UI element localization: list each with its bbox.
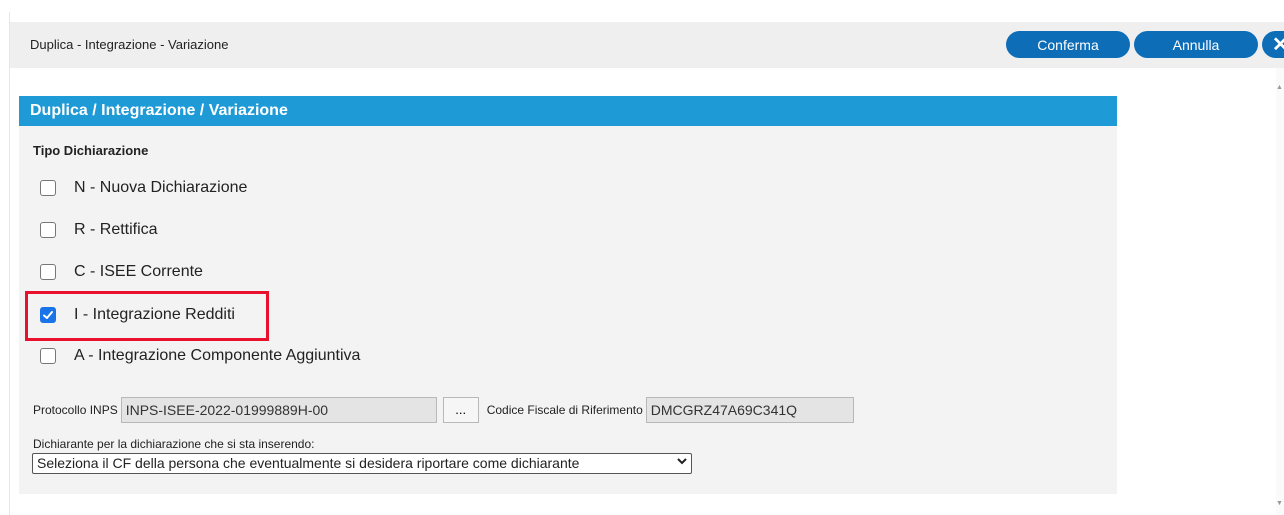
close-icon: ✕ [1272,34,1284,56]
option-integrazione-redditi[interactable]: I - Integrazione Redditi [40,303,235,327]
option-nuova-dichiarazione[interactable]: N - Nuova Dichiarazione [40,176,247,200]
section-title: Tipo Dichiarazione [33,143,149,158]
protocol-row: Protocollo INPS INPS-ISEE-2022-01999889H… [33,396,854,424]
scroll-up-icon[interactable]: ▲ [1276,84,1283,91]
cancel-button[interactable]: Annulla [1134,31,1258,58]
dialog-title: Duplica - Integrazione - Variazione [30,37,229,52]
browse-button[interactable]: ... [442,397,479,423]
scrollbar[interactable]: ▲ ▼ [1276,68,1284,515]
scroll-down-icon[interactable]: ▼ [1276,500,1283,507]
option-label: I - Integrazione Redditi [74,306,235,323]
check-icon [43,311,53,319]
option-label: N - Nuova Dichiarazione [74,179,248,196]
fiscal-code-label: Codice Fiscale di Riferimento [486,403,643,417]
option-rettifica[interactable]: R - Rettifica [40,218,158,242]
close-button[interactable]: ✕ [1262,31,1284,58]
protocol-field[interactable]: INPS-ISEE-2022-01999889H-00 [120,397,437,423]
panel-title: Duplica / Integrazione / Variazione [19,96,1117,126]
declarant-select-value: Seleziona il CF della persona che eventu… [37,455,580,471]
option-label: C - ISEE Corrente [74,263,203,280]
dialog-header: Duplica - Integrazione - Variazione Conf… [10,22,1284,68]
option-label: A - Integrazione Componente Aggiuntiva [74,347,361,364]
left-gutter [0,12,10,515]
declarant-select[interactable]: Seleziona il CF della persona che eventu… [32,453,692,474]
option-isee-corrente[interactable]: C - ISEE Corrente [40,260,203,284]
chevron-down-icon [677,455,687,469]
checkbox[interactable] [40,222,56,238]
option-integrazione-componente[interactable]: A - Integrazione Componente Aggiuntiva [40,344,360,368]
confirm-button[interactable]: Conferma [1006,31,1130,58]
fiscal-code-field[interactable]: DMCGRZ47A69C341Q [645,397,854,423]
checkbox[interactable] [40,264,56,280]
declaration-panel: Duplica / Integrazione / Variazione Tipo… [19,96,1117,494]
checkbox[interactable] [40,180,56,196]
checkbox-checked[interactable] [40,307,56,323]
protocol-label: Protocollo INPS [33,403,118,417]
top-strip [0,0,1284,12]
checkbox[interactable] [40,348,56,364]
declarant-label: Dichiarante per la dichiarazione che si … [33,437,315,451]
option-label: R - Rettifica [74,221,158,238]
